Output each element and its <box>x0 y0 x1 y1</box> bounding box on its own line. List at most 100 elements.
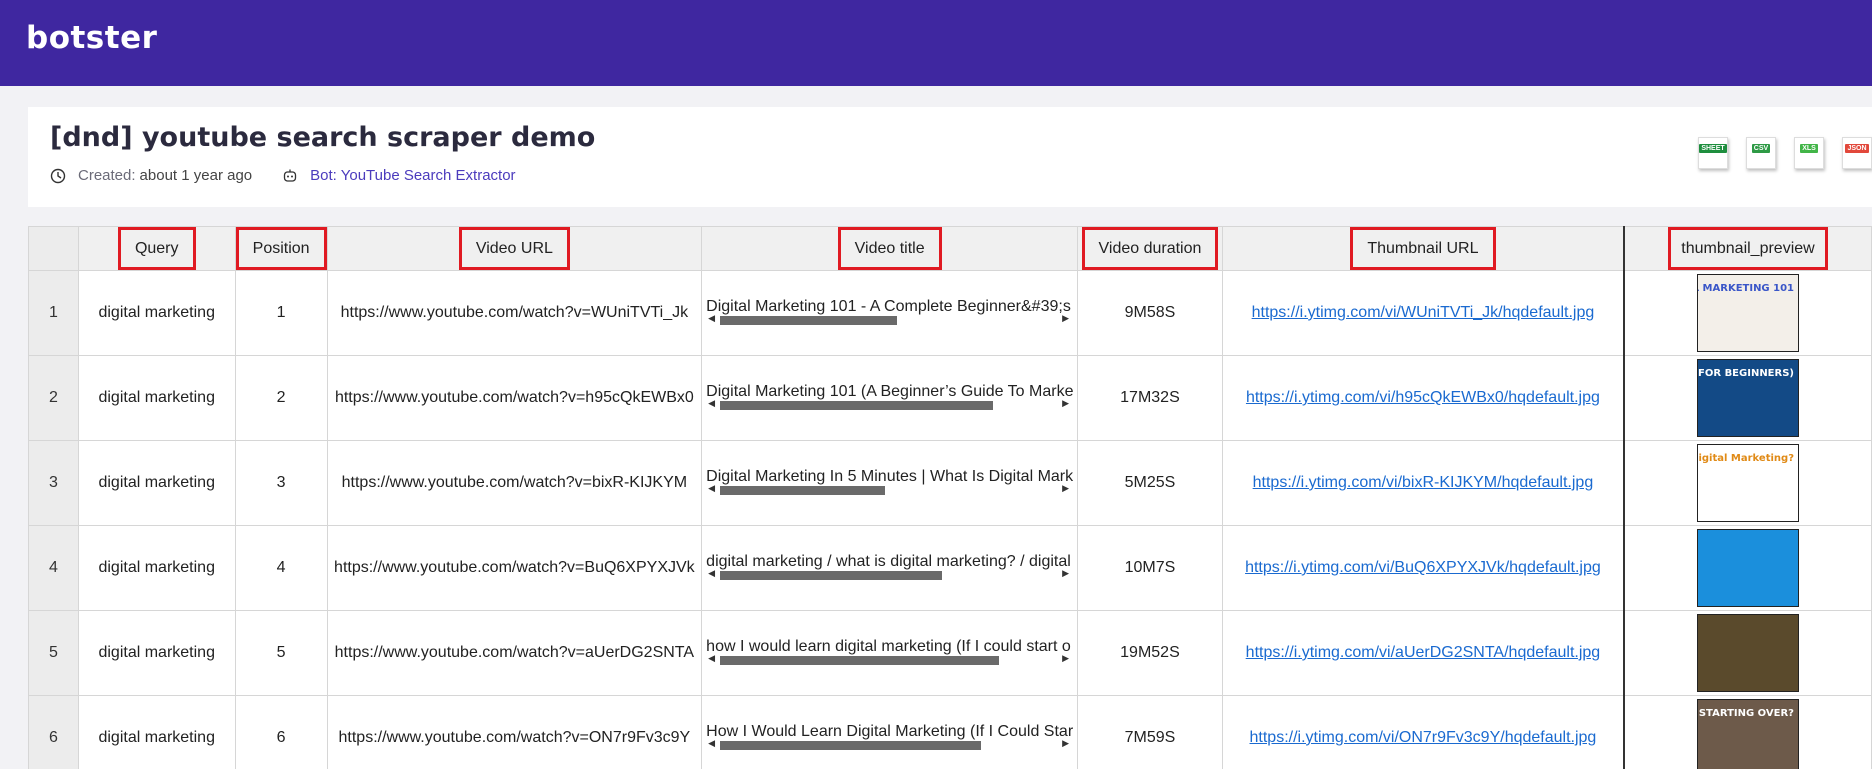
thumbnail-link[interactable]: https://i.ytimg.com/vi/h95cQkEWBx0/hqdef… <box>1246 389 1600 406</box>
duration-cell[interactable]: 9M58S <box>1077 270 1223 356</box>
position-cell[interactable]: 2 <box>234 355 328 441</box>
thumbnail-preview-cell[interactable]: STARTING OVER? <box>1623 695 1872 769</box>
scroll-left-icon[interactable]: ◀ <box>708 568 715 579</box>
thumbnail-link[interactable]: https://i.ytimg.com/vi/WUniTVTi_Jk/hqdef… <box>1252 304 1595 321</box>
video-title-cell[interactable]: Digital Marketing 101 (A Beginner’s Guid… <box>701 355 1079 441</box>
query-cell[interactable]: digital marketing <box>77 610 236 696</box>
video-title-cell[interactable]: How I Would Learn Digital Marketing (If … <box>701 695 1079 769</box>
thumbnail-preview-cell[interactable] <box>1623 525 1872 611</box>
scrollbar-thumb[interactable] <box>720 656 1000 665</box>
corner-cell[interactable] <box>28 226 79 271</box>
xls-file-icon[interactable]: XLS <box>1794 137 1824 169</box>
bot-icon <box>283 169 297 182</box>
scrollbar-thumb[interactable] <box>720 316 898 325</box>
thumbnail-url-cell[interactable]: https://i.ytimg.com/vi/WUniTVTi_Jk/hqdef… <box>1221 270 1625 356</box>
created-label: Created: <box>78 167 136 184</box>
results-grid[interactable]: Query Position Video URL Video title Vid… <box>28 226 1872 769</box>
bot-link[interactable]: Bot: YouTube Search Extractor <box>310 167 515 184</box>
thumbnail-url-cell[interactable]: https://i.ytimg.com/vi/BuQ6XPYXJVk/hqdef… <box>1221 525 1625 611</box>
row-number[interactable]: 3 <box>28 440 79 526</box>
column-header-video-title[interactable]: Video title <box>701 226 1079 271</box>
scroll-right-icon[interactable]: ▶ <box>1062 653 1069 664</box>
duration-cell[interactable]: 19M52S <box>1077 610 1223 696</box>
row-number[interactable]: 5 <box>28 610 79 696</box>
duration-cell[interactable]: 17M32S <box>1077 355 1223 441</box>
position-cell[interactable]: 5 <box>234 610 328 696</box>
cell-scrollbar[interactable]: ◀ ▶ <box>708 738 1069 750</box>
scroll-left-icon[interactable]: ◀ <box>708 313 715 324</box>
video-url-cell[interactable]: https://www.youtube.com/watch?v=aUerDG2S… <box>326 610 703 696</box>
row-number[interactable]: 4 <box>28 525 79 611</box>
top-bar: botster <box>0 0 1872 86</box>
thumbnail-url-cell[interactable]: https://i.ytimg.com/vi/aUerDG2SNTA/hqdef… <box>1221 610 1625 696</box>
video-url-cell[interactable]: https://www.youtube.com/watch?v=BuQ6XPYX… <box>326 525 703 611</box>
thumbnail-link[interactable]: https://i.ytimg.com/vi/ON7r9Fv3c9Y/hqdef… <box>1250 729 1597 746</box>
thumbnail-url-cell[interactable]: https://i.ytimg.com/vi/h95cQkEWBx0/hqdef… <box>1221 355 1625 441</box>
query-cell[interactable]: digital marketing <box>77 270 236 356</box>
duration-cell[interactable]: 10M7S <box>1077 525 1223 611</box>
column-header-position[interactable]: Position <box>234 226 328 271</box>
video-url-cell[interactable]: https://www.youtube.com/watch?v=ON7r9Fv3… <box>326 695 703 769</box>
query-cell[interactable]: digital marketing <box>77 440 236 526</box>
column-header-query[interactable]: Query <box>77 226 236 271</box>
scrollbar-thumb[interactable] <box>720 571 943 580</box>
column-header-thumbnail-preview[interactable]: thumbnail_preview <box>1623 226 1872 271</box>
video-url-cell[interactable]: https://www.youtube.com/watch?v=bixR-KIJ… <box>326 440 703 526</box>
position-cell[interactable]: 3 <box>234 440 328 526</box>
scroll-left-icon[interactable]: ◀ <box>708 483 715 494</box>
thumbnail-link[interactable]: https://i.ytimg.com/vi/aUerDG2SNTA/hqdef… <box>1246 644 1601 661</box>
thumbnail-preview-cell[interactable]: 3M+VIEWS What is Digital Marketing? <box>1623 440 1872 526</box>
row-number[interactable]: 1 <box>28 270 79 356</box>
scroll-right-icon[interactable]: ▶ <box>1062 568 1069 579</box>
thumbnail-url-cell[interactable]: https://i.ytimg.com/vi/ON7r9Fv3c9Y/hqdef… <box>1221 695 1625 769</box>
scroll-right-icon[interactable]: ▶ <box>1062 313 1069 324</box>
duration-cell[interactable]: 7M59S <box>1077 695 1223 769</box>
scroll-right-icon[interactable]: ▶ <box>1062 483 1069 494</box>
scroll-left-icon[interactable]: ◀ <box>708 738 715 749</box>
thumbnail-preview-cell[interactable] <box>1623 610 1872 696</box>
cell-scrollbar[interactable]: ◀ ▶ <box>708 483 1069 495</box>
google-sheets-icon[interactable]: SHEET <box>1698 137 1728 169</box>
botster-logo[interactable]: botster <box>26 20 157 56</box>
row-number[interactable]: 2 <box>28 355 79 441</box>
cell-scrollbar[interactable]: ◀ ▶ <box>708 568 1069 580</box>
video-title-cell[interactable]: Digital Marketing In 5 Minutes | What Is… <box>701 440 1079 526</box>
scroll-right-icon[interactable]: ▶ <box>1062 398 1069 409</box>
video-title-cell[interactable]: Digital Marketing 101 - A Complete Begin… <box>701 270 1079 356</box>
scroll-left-icon[interactable]: ◀ <box>708 398 715 409</box>
export-buttons: SHEET CSV XLS JSON <box>1698 137 1872 169</box>
duration-cell[interactable]: 5M25S <box>1077 440 1223 526</box>
position-cell[interactable]: 4 <box>234 525 328 611</box>
thumbnail-url-cell[interactable]: https://i.ytimg.com/vi/bixR-KIJKYM/hqdef… <box>1221 440 1625 526</box>
cell-scrollbar[interactable]: ◀ ▶ <box>708 398 1069 410</box>
query-cell[interactable]: digital marketing <box>77 525 236 611</box>
thumbnail-preview-cell[interactable]: FULL GUIDE (FOR BEGINNERS) <box>1623 355 1872 441</box>
column-header-video-duration[interactable]: Video duration <box>1077 226 1223 271</box>
table-row: 3 digital marketing 3 https://www.youtube.c… <box>28 440 1872 526</box>
scroll-left-icon[interactable]: ◀ <box>708 653 715 664</box>
video-title-cell[interactable]: digital marketing / what is digital mark… <box>701 525 1079 611</box>
row-number[interactable]: 6 <box>28 695 79 769</box>
cell-scrollbar[interactable]: ◀ ▶ <box>708 313 1069 325</box>
query-cell[interactable]: digital marketing <box>77 355 236 441</box>
thumbnail-link[interactable]: https://i.ytimg.com/vi/bixR-KIJKYM/hqdef… <box>1253 474 1594 491</box>
cell-scrollbar[interactable]: ◀ ▶ <box>708 653 1069 665</box>
position-cell[interactable]: 1 <box>234 270 328 356</box>
position-cell[interactable]: 6 <box>234 695 328 769</box>
video-title-text: Digital Marketing 101 - A Complete Begin… <box>706 298 1071 315</box>
json-file-icon[interactable]: JSON <box>1842 137 1872 169</box>
scroll-right-icon[interactable]: ▶ <box>1062 738 1069 749</box>
column-header-thumbnail-url[interactable]: Thumbnail URL <box>1221 226 1625 271</box>
scrollbar-thumb[interactable] <box>720 401 994 410</box>
csv-file-icon[interactable]: CSV <box>1746 137 1776 169</box>
thumbnail-link[interactable]: https://i.ytimg.com/vi/BuQ6XPYXJVk/hqdef… <box>1245 559 1601 576</box>
query-cell[interactable]: digital marketing <box>77 695 236 769</box>
scrollbar-thumb[interactable] <box>720 486 886 495</box>
column-header-video-url[interactable]: Video URL <box>326 226 703 271</box>
thumbnail-preview-cell[interactable]: LEARN DIGITAL MARKETING 101 <box>1623 270 1872 356</box>
scrollbar-thumb[interactable] <box>720 741 982 750</box>
video-title-cell[interactable]: how I would learn digital marketing (If … <box>701 610 1079 696</box>
video-url-cell[interactable]: https://www.youtube.com/watch?v=WUniTVTi… <box>326 270 703 356</box>
video-title-text: digital marketing / what is digital mark… <box>706 553 1071 570</box>
video-url-cell[interactable]: https://www.youtube.com/watch?v=h95cQkEW… <box>326 355 703 441</box>
